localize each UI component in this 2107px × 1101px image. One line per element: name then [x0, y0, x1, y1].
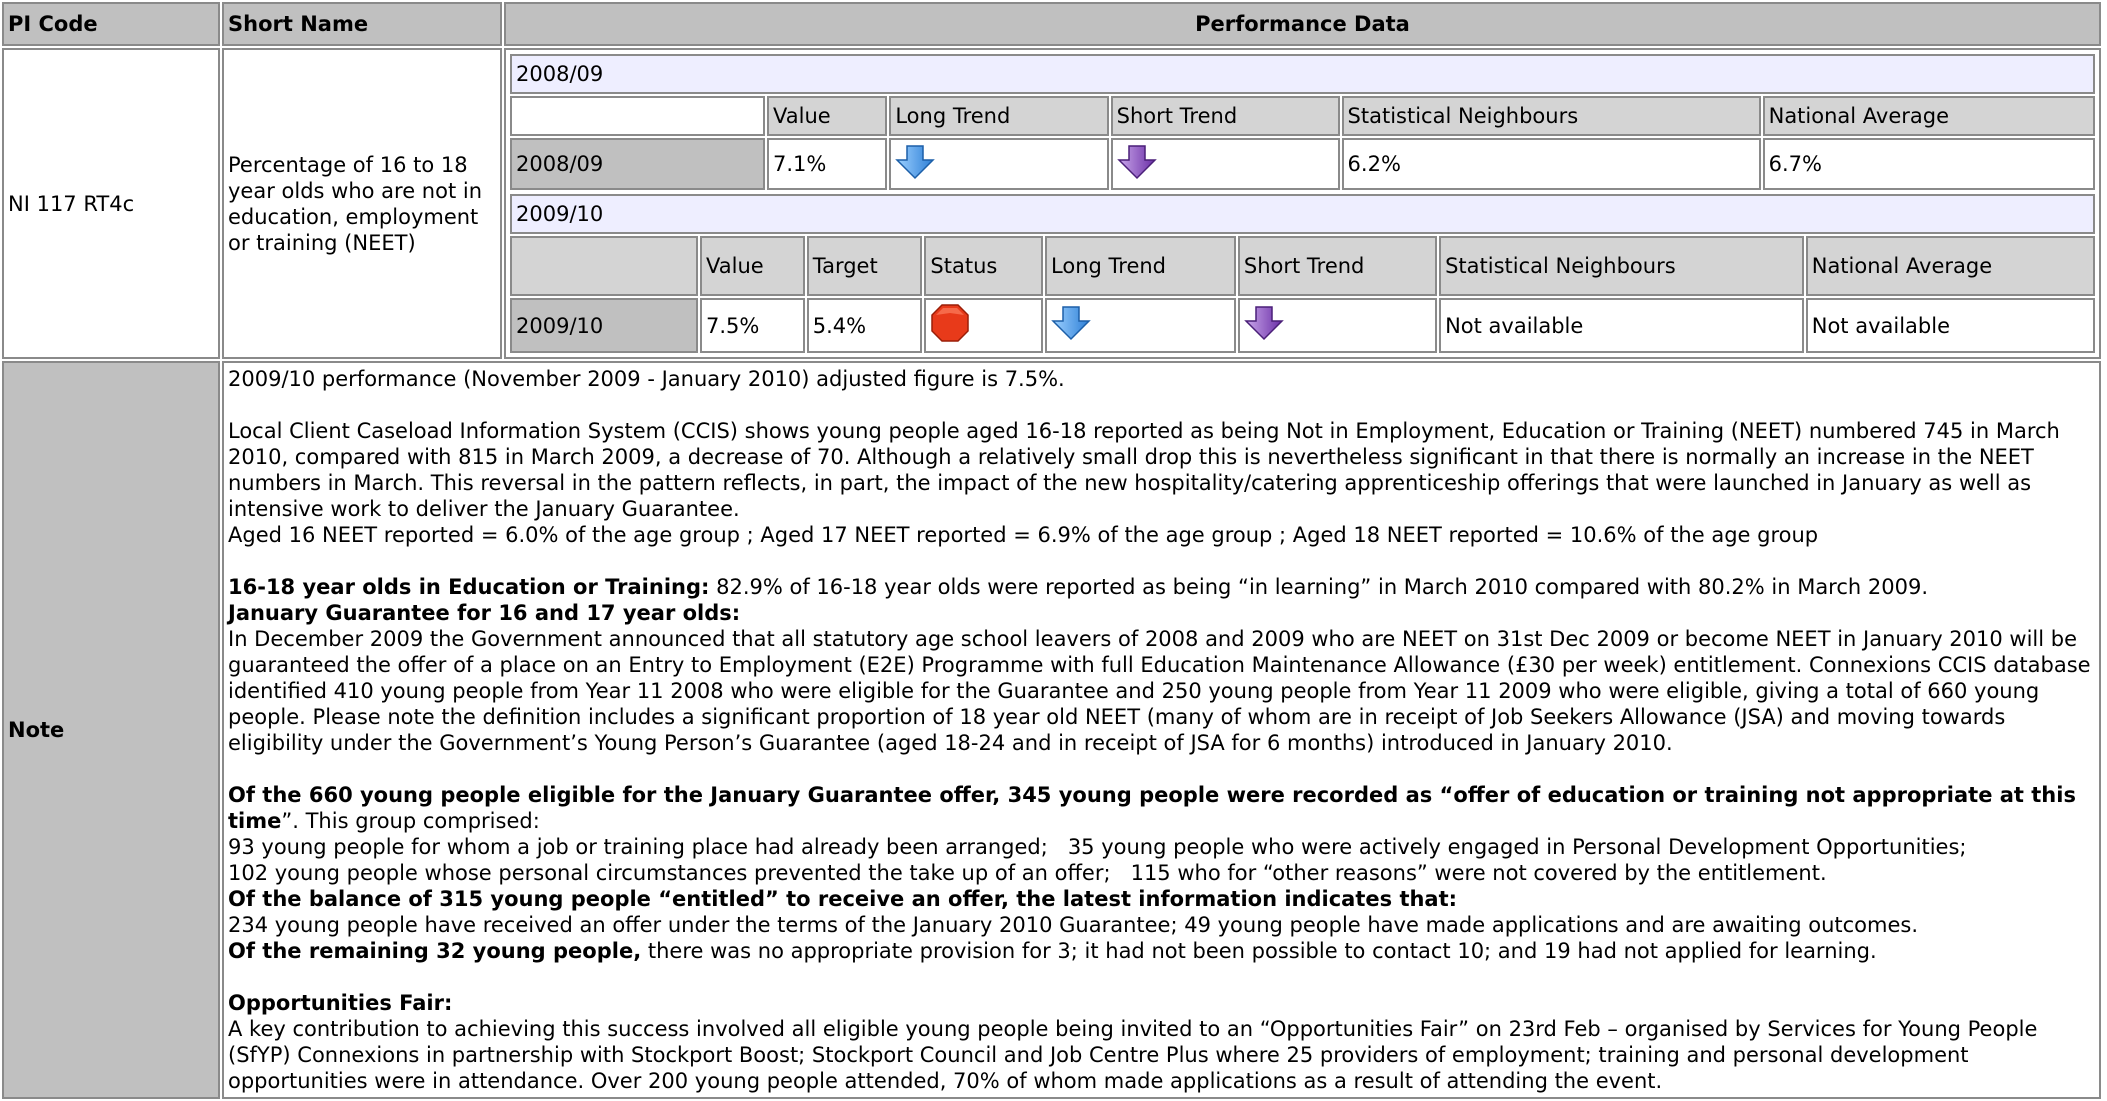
performance-2009-10-table: 2009/10 Value Target Status Long Trend S…	[508, 192, 2097, 355]
note-text: there was no appropriate provision for 3…	[641, 939, 1877, 963]
data-row-2008-09: 2008/09 7.1% 6.2% 6.7%	[510, 138, 2095, 190]
short-trend-cell	[1110, 138, 1340, 190]
performance-report-table: PI Code Short Name Performance Data NI 1…	[0, 0, 2103, 1101]
statistical-neighbours-cell: 6.2%	[1341, 138, 1761, 190]
performance-data-header: Performance Data	[504, 2, 2101, 46]
col-status-header: Status	[924, 236, 1044, 296]
column-header-row: Value Target Status Long Trend Short Tre…	[510, 236, 2095, 296]
note-heading: 16-18 year olds in Education or Training…	[228, 575, 710, 599]
year-header-2009-10: 2009/10	[510, 194, 2095, 234]
value-cell: 7.1%	[767, 138, 888, 190]
col-long-trend-header: Long Trend	[1045, 236, 1236, 296]
statistical-neighbours-cell: Not available	[1439, 298, 1804, 353]
national-average-cell: 6.7%	[1762, 138, 2095, 190]
header-row: PI Code Short Name Performance Data	[2, 2, 2101, 46]
note-paragraph: 2009/10 performance (November 2009 - Jan…	[228, 367, 1065, 391]
arrow-down-blue-icon	[1051, 305, 1091, 346]
note-paragraph: In December 2009 the Government announce…	[228, 627, 2091, 755]
note-heading: Opportunities Fair:	[228, 991, 453, 1015]
note-text: 82.9% of 16-18 year olds were reported a…	[709, 575, 1929, 599]
col-long-trend-header: Long Trend	[889, 96, 1109, 136]
long-trend-cell	[889, 138, 1109, 190]
long-trend-cell	[1045, 298, 1236, 353]
note-paragraph: 16-18 year olds in Education or Training…	[228, 574, 2095, 600]
short-name-header: Short Name	[222, 2, 502, 46]
note-heading: Of the balance of 315 young people “enti…	[228, 887, 1458, 911]
short-name-cell: Percentage of 16 to 18 year olds who are…	[222, 48, 502, 359]
note-row: Note 2009/10 performance (November 2009 …	[2, 361, 2101, 1099]
performance-data-cell: 2008/09 Value Long Trend Short Trend Sta…	[504, 48, 2101, 359]
pi-code-header: PI Code	[2, 2, 220, 46]
red-octagon-status-icon	[930, 303, 970, 348]
note-paragraph: Local Client Caseload Information System…	[228, 419, 2060, 521]
note-paragraph: A key contribution to achieving this suc…	[228, 1017, 2038, 1093]
row-label-2008-09: 2008/09	[510, 138, 765, 190]
short-trend-cell	[1237, 298, 1438, 353]
indicator-row: NI 117 RT4c Percentage of 16 to 18 year …	[2, 48, 2101, 359]
note-paragraph: Of the 660 young people eligible for the…	[228, 782, 2095, 834]
col-statistical-neighbours-header: Statistical Neighbours	[1439, 236, 1804, 296]
note-content: 2009/10 performance (November 2009 - Jan…	[222, 361, 2101, 1099]
national-average-cell: Not available	[1805, 298, 2095, 353]
col-statistical-neighbours-header: Statistical Neighbours	[1341, 96, 1761, 136]
col-national-average-header: National Average	[1805, 236, 2095, 296]
note-paragraph: Of the remaining 32 young people, there …	[228, 938, 2095, 964]
blank-corner	[510, 236, 698, 296]
pi-code-cell: NI 117 RT4c	[2, 48, 220, 359]
arrow-down-purple-icon	[1116, 144, 1157, 185]
year-header-2008-09: 2008/09	[510, 54, 2095, 94]
data-row-2009-10: 2009/10 7.5% 5.4% Not available Not avai…	[510, 298, 2095, 353]
col-short-trend-header: Short Trend	[1237, 236, 1438, 296]
note-heading: Of the remaining 32 young people,	[228, 939, 642, 963]
note-label: Note	[2, 361, 220, 1099]
target-cell: 5.4%	[806, 298, 923, 353]
col-value-header: Value	[767, 96, 888, 136]
note-paragraph: 102 young people whose personal circumst…	[228, 861, 1827, 885]
note-paragraph: Aged 16 NEET reported = 6.0% of the age …	[228, 523, 1819, 547]
col-value-header: Value	[700, 236, 805, 296]
note-paragraph: 234 young people have received an offer …	[228, 913, 1919, 937]
arrow-down-purple-icon	[1244, 305, 1284, 346]
col-short-trend-header: Short Trend	[1110, 96, 1340, 136]
blank-corner	[510, 96, 765, 136]
col-target-header: Target	[806, 236, 923, 296]
note-paragraph: 93 young people for whom a job or traini…	[228, 835, 1967, 859]
note-text: ”. This group comprised:	[281, 809, 540, 833]
performance-2008-09-table: 2008/09 Value Long Trend Short Trend Sta…	[508, 52, 2097, 192]
column-header-row: Value Long Trend Short Trend Statistical…	[510, 96, 2095, 136]
note-heading: January Guarantee for 16 and 17 year old…	[228, 601, 741, 625]
col-national-average-header: National Average	[1762, 96, 2095, 136]
arrow-down-blue-icon	[895, 144, 936, 185]
status-cell	[924, 298, 1044, 353]
value-cell: 7.5%	[700, 298, 805, 353]
row-label-2009-10: 2009/10	[510, 298, 698, 353]
